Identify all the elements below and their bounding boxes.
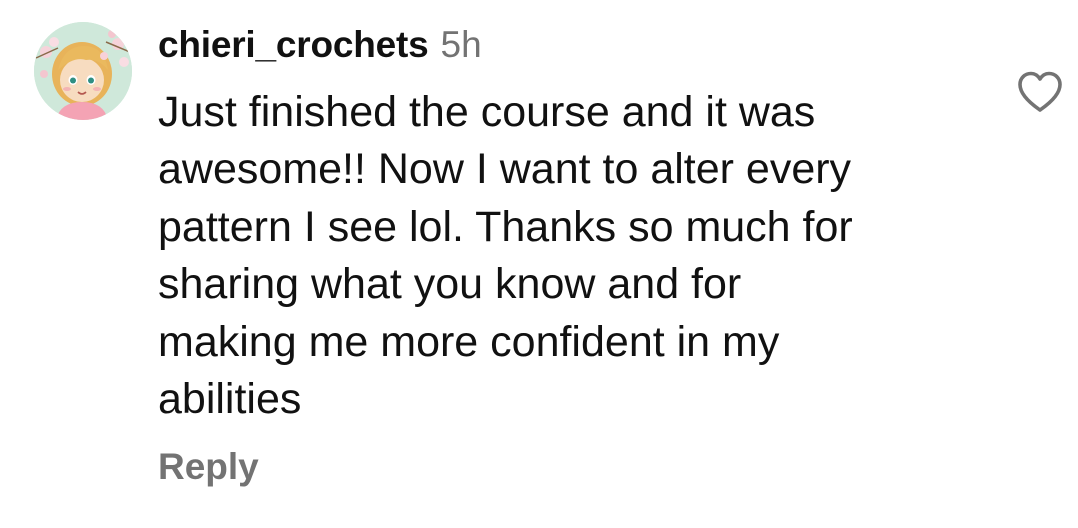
comment-text-line: abilities <box>158 375 302 424</box>
comment: chieri_crochets 5h Just finished the cou… <box>0 0 1078 528</box>
comment-text-line: awesome!! Now I want to alter every <box>158 145 852 194</box>
like-button[interactable] <box>1016 70 1064 114</box>
avatar-image <box>34 22 132 120</box>
comment-header: chieri_crochets 5h <box>158 24 482 74</box>
comment-text-line: making me more confident in my <box>158 317 780 366</box>
comment-text-line: Just finished the course and it was <box>158 88 816 136</box>
comment-text: Just finished the course and it was awes… <box>158 84 978 428</box>
username-link[interactable]: chieri_crochets <box>158 24 429 66</box>
comment-text-line: pattern I see lol. Thanks so much for <box>158 202 853 251</box>
timestamp: 5h <box>440 24 482 65</box>
heart-outline-icon <box>1018 71 1062 112</box>
avatar[interactable] <box>34 22 132 120</box>
comment-text-line: sharing what you know and for <box>158 260 742 309</box>
reply-button[interactable]: Reply <box>158 446 259 488</box>
